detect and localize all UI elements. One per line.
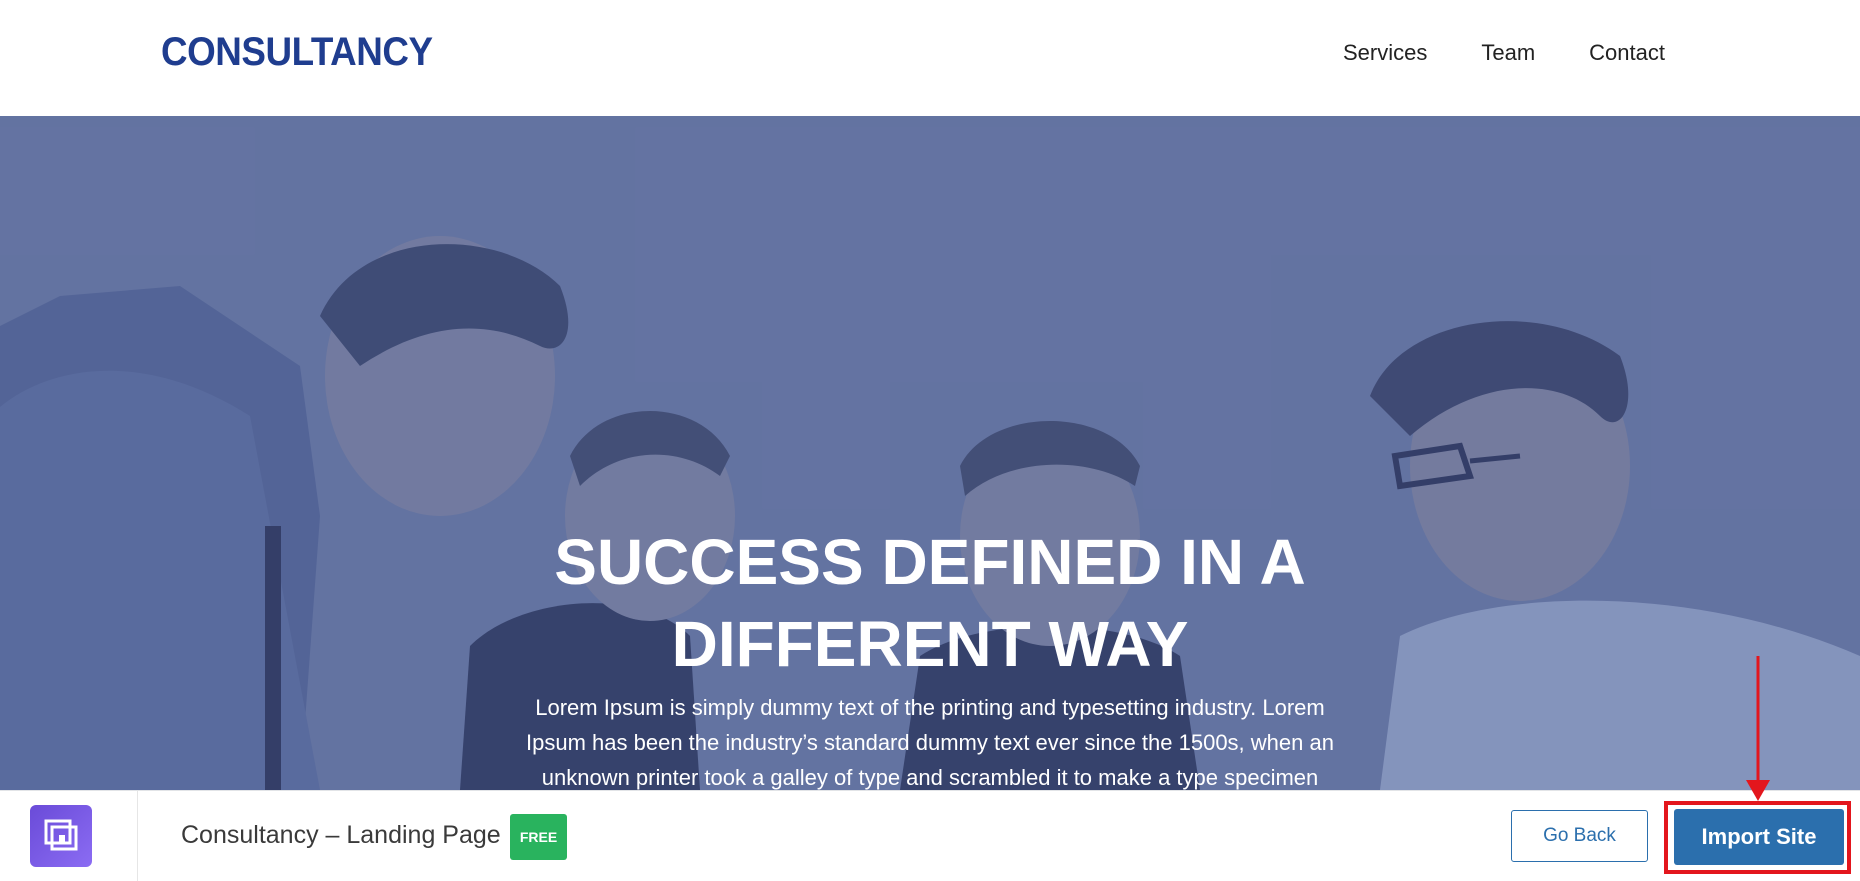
main-nav: Services Team Contact <box>1343 40 1665 66</box>
free-badge: FREE <box>510 814 567 860</box>
nav-link-services[interactable]: Services <box>1343 40 1427 66</box>
site-builder-icon[interactable] <box>30 805 92 867</box>
nav-link-contact[interactable]: Contact <box>1589 40 1665 66</box>
site-logo[interactable]: CONSULTANCY <box>161 30 433 75</box>
hero-title: SUCCESS DEFINED IN A DIFFERENT WAY <box>554 525 1306 680</box>
import-site-button[interactable]: Import Site <box>1674 809 1844 865</box>
site-template-name: Consultancy – Landing Page <box>181 821 501 849</box>
go-back-button[interactable]: Go Back <box>1511 810 1648 862</box>
hero-description: Lorem Ipsum is simply dummy text of the … <box>526 695 1334 790</box>
window-icon <box>44 819 78 851</box>
nav-link-team[interactable]: Team <box>1481 40 1535 66</box>
site-header: CONSULTANCY Services Team Contact <box>0 0 1860 116</box>
hero-overlay <box>0 116 1860 790</box>
import-bottom-bar: Consultancy – Landing Page FREE Go Back … <box>0 790 1860 881</box>
hero-section: SUCCESS DEFINED IN A DIFFERENT WAY Lorem… <box>0 116 1860 790</box>
divider <box>137 791 138 881</box>
